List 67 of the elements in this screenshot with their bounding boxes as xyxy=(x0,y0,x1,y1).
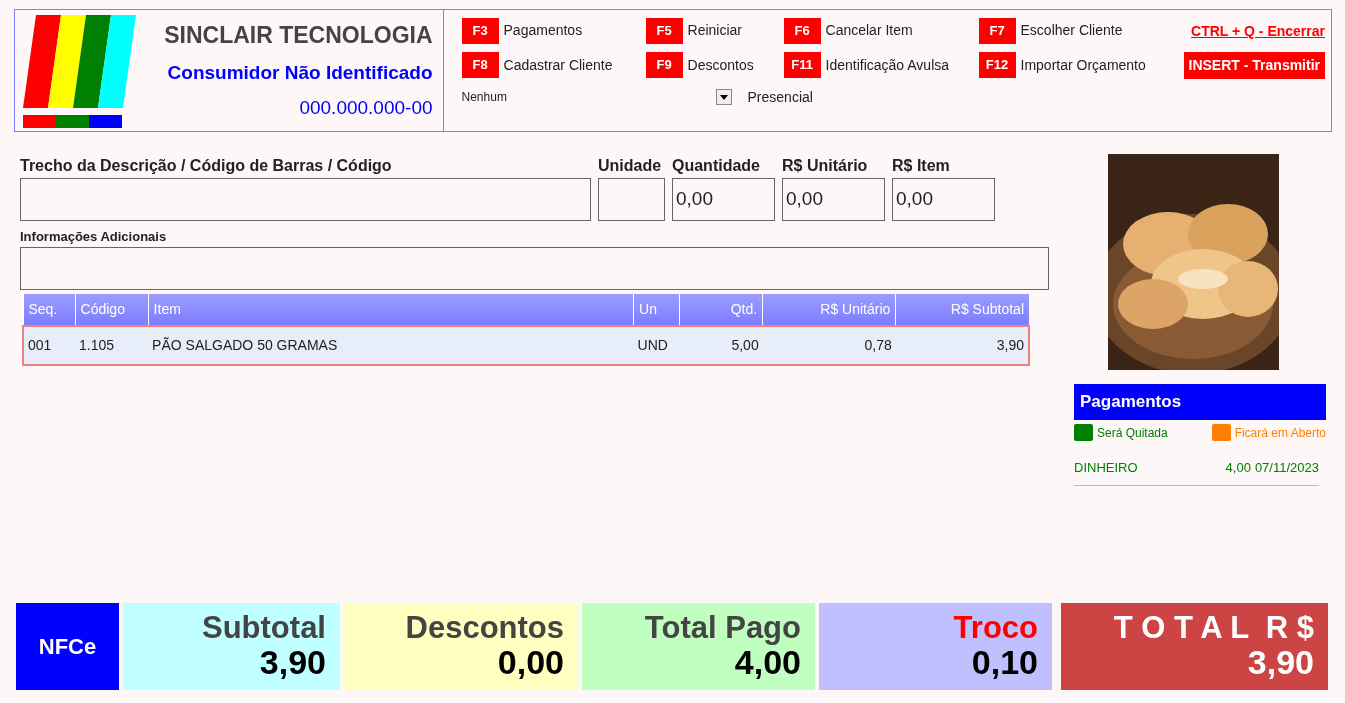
table-cell: UND xyxy=(633,325,680,365)
legend-label: Será Quitada xyxy=(1097,424,1168,442)
column-header: Un xyxy=(633,293,680,326)
column-header: Item xyxy=(148,293,634,326)
shortcut-key[interactable]: F6 xyxy=(783,18,821,44)
total-label: T O T A L R $ xyxy=(1113,612,1314,645)
shortcut-key[interactable]: F7 xyxy=(978,18,1016,44)
shortcut-key[interactable]: F5 xyxy=(645,18,683,44)
payment-date: 07/11/2023 xyxy=(1254,458,1319,477)
table-cell: PÃO SALGADO 50 GRAMAS xyxy=(148,325,634,365)
input-field[interactable] xyxy=(598,178,665,221)
total-label: Descontos xyxy=(405,612,564,645)
input-field[interactable]: 0,00 xyxy=(672,178,775,221)
total-label: Troco xyxy=(953,612,1038,645)
total-value: 4,00 xyxy=(734,644,801,681)
column-header: Código xyxy=(75,293,149,326)
field-label: R$ Unitário xyxy=(782,156,869,176)
shortcut-key[interactable]: F11 xyxy=(783,52,821,78)
table-cell: 001 xyxy=(23,325,76,365)
total-label: Subtotal xyxy=(202,612,326,645)
payment-amount: 4,00 xyxy=(1225,458,1251,477)
shortcut-label: Cancelar Item xyxy=(825,21,913,41)
shortcut-label: Importar Orçamento xyxy=(1020,55,1146,75)
company-name: SINCLAIR TECNOLOGIA xyxy=(164,21,433,51)
table-cell: 0,78 xyxy=(762,325,896,365)
customer-name: Consumidor Não Identificado xyxy=(167,61,433,86)
total-label: Total Pago xyxy=(644,612,801,645)
shortcut-label: Cadastrar Cliente xyxy=(503,55,613,75)
column-header: R$ Subtotal xyxy=(895,293,1029,326)
total-value: 3,90 xyxy=(1247,644,1314,681)
column-header: R$ Unitário xyxy=(762,293,896,326)
total-value: 0,10 xyxy=(971,644,1038,681)
field-label: R$ Item xyxy=(892,156,951,176)
field-label: Unidade xyxy=(598,156,663,176)
field-label: Informações Adicionais xyxy=(20,228,168,246)
nfce-label: NFCe xyxy=(38,634,97,659)
customer-document: 000.000.000-00 xyxy=(299,96,433,121)
logo-icon xyxy=(23,15,137,129)
column-header: Seq. xyxy=(23,293,76,326)
shortcut-label: Identificação Avulsa xyxy=(825,55,950,75)
total-value: 0,00 xyxy=(497,644,564,681)
field-label: Trecho da Descrição / Código de Barras / Código xyxy=(20,156,393,176)
shortcut-key[interactable]: F8 xyxy=(461,52,499,78)
shortcut-key[interactable]: F12 xyxy=(978,52,1016,78)
shortcut-key[interactable]: F3 xyxy=(461,18,499,44)
additional-info-field[interactable] xyxy=(20,246,1049,290)
exit-link[interactable]: CTRL + Q - Encerrar xyxy=(1191,22,1325,39)
shortcut-label: Descontos xyxy=(687,55,754,75)
sale-mode: Presencial xyxy=(747,87,813,107)
transmit-button[interactable]: INSERT - Transmitir xyxy=(1183,51,1325,79)
table-cell: 1.105 xyxy=(75,325,149,365)
payments-header: Pagamentos xyxy=(1074,384,1326,420)
legend-label: Ficará em Aberto xyxy=(1234,424,1326,442)
payment-method: DINHEIRO xyxy=(1074,458,1139,477)
shortcut-label: Pagamentos xyxy=(503,21,583,41)
input-field[interactable]: 0,00 xyxy=(782,178,885,221)
table-cell: 3,90 xyxy=(895,325,1029,365)
shortcut-label: Escolher Cliente xyxy=(1020,21,1123,41)
column-header: Qtd. xyxy=(679,293,763,326)
field-label: Quantidade xyxy=(672,156,761,176)
total-value: 3,90 xyxy=(259,644,326,681)
shortcut-key[interactable]: F9 xyxy=(645,52,683,78)
seller-select[interactable]: Nenhum xyxy=(461,88,732,106)
search-field[interactable] xyxy=(20,178,591,221)
input-field[interactable]: 0,00 xyxy=(892,178,995,221)
shortcut-label: Reiniciar xyxy=(687,21,742,41)
table-cell: 5,00 xyxy=(679,325,763,365)
